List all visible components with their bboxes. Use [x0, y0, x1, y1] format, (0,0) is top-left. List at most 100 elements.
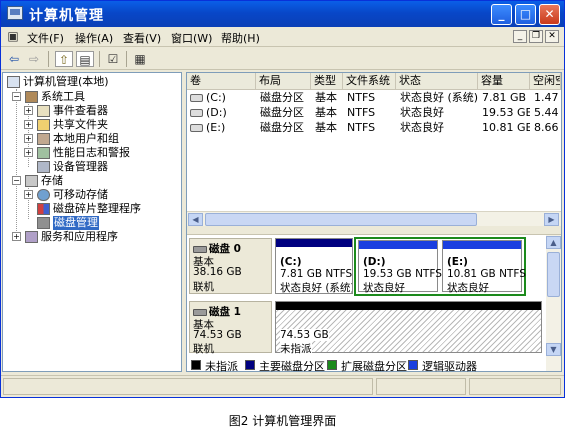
disk-info-1[interactable]: 磁盘 1 基本 74.53 GB 联机 — [189, 301, 272, 355]
volume-drive-icon — [190, 94, 203, 102]
collapse-icon[interactable]: − — [12, 176, 21, 185]
back-arrow-icon[interactable]: ⇦ — [5, 51, 23, 67]
tree-item-computer-management[interactable]: 计算机管理(本地) — [5, 75, 180, 89]
expand-icon[interactable]: + — [24, 120, 33, 129]
status-cell — [3, 378, 373, 395]
tree-label: 事件查看器 — [53, 104, 108, 117]
collapse-icon[interactable]: − — [12, 92, 21, 101]
table-cell-filesystem: NTFS — [347, 106, 376, 119]
computer-management-window: 计算机管理 _ □ ✕ ▣ 文件(F) 操作(A) 查看(V) 窗口(W) 帮助… — [0, 0, 565, 398]
child-restore-button[interactable]: ❐ — [529, 30, 543, 43]
disk-info-0[interactable]: 磁盘 0 基本 38.16 GB 联机 — [189, 238, 272, 294]
maximize-button[interactable]: □ — [515, 4, 536, 25]
scroll-down-icon[interactable]: ▼ — [546, 343, 561, 356]
pane-splitter[interactable] — [187, 226, 561, 235]
tree-item-device-manager[interactable]: 设备管理器 — [23, 160, 181, 174]
legend-swatch-unallocated — [191, 360, 201, 370]
computer-icon — [7, 76, 20, 88]
unallocated-space[interactable]: 74.53 GB 未指派 — [275, 301, 542, 356]
table-cell-free-space: 8.66 G — [534, 121, 561, 134]
tree-label: 磁盘管理 — [53, 216, 99, 230]
menu-help[interactable]: 帮助(H) — [221, 30, 260, 46]
table-cell-type: 基本 — [315, 121, 337, 134]
show-hide-tree-icon[interactable]: ▤ — [76, 51, 94, 67]
table-cell-status: 状态良好 (系统) — [400, 91, 478, 104]
scroll-left-icon[interactable]: ◀ — [188, 213, 203, 226]
tree-item-services-apps[interactable]: + 服务和应用程序 — [11, 230, 181, 244]
column-header-layout[interactable]: 布局 — [256, 73, 311, 90]
partition-c[interactable]: (C:) 7.81 GB NTFS 状态良好 (系统) — [275, 238, 353, 294]
up-folder-icon[interactable]: ⇧ — [55, 51, 73, 67]
forward-arrow-icon[interactable]: ⇨ — [25, 51, 43, 67]
tree-item-removable-storage[interactable]: + 可移动存储 — [23, 188, 181, 202]
column-header-free-space[interactable]: 空闲空 — [530, 73, 561, 90]
tree-item-system-tools[interactable]: − 系统工具 — [11, 90, 181, 104]
expand-icon[interactable]: + — [24, 106, 33, 115]
table-cell-volume[interactable]: (D:) — [206, 106, 254, 120]
partition-d[interactable]: (D:) 19.53 GB NTFS 状态良好 — [358, 240, 442, 294]
menu-window[interactable]: 窗口(W) — [171, 30, 212, 46]
tree-line — [16, 89, 17, 241]
child-minimize-button[interactable]: _ — [513, 30, 527, 43]
menu-view[interactable]: 查看(V) — [123, 30, 161, 46]
tree-label: 共享文件夹 — [53, 118, 108, 131]
column-header-status[interactable]: 状态 — [396, 73, 478, 90]
help-icon[interactable]: ▦ — [131, 51, 149, 67]
column-header-filesystem[interactable]: 文件系统 — [343, 73, 396, 90]
tree-item-event-viewer[interactable]: + 事件查看器 — [23, 104, 181, 118]
menu-action[interactable]: 操作(A) — [75, 30, 113, 46]
horizontal-scroll-thumb[interactable] — [205, 213, 477, 226]
toolbar-separator — [48, 51, 49, 67]
figure-caption: 图2 计算机管理界面 — [228, 414, 337, 428]
defrag-icon — [37, 203, 50, 215]
legend-swatch-extended — [327, 360, 337, 370]
minimize-button[interactable]: _ — [491, 4, 512, 25]
properties-icon[interactable]: ☑ — [104, 51, 122, 67]
tree-label: 计算机管理(本地) — [23, 75, 109, 88]
expand-icon[interactable]: + — [12, 232, 21, 241]
tree-item-disk-management[interactable]: 磁盘管理 — [23, 216, 181, 230]
tree-item-shared-folders[interactable]: + 共享文件夹 — [23, 118, 181, 132]
vertical-scrollbar[interactable]: ▲ ▼ — [546, 235, 561, 371]
tree-label: 性能日志和警报 — [53, 146, 130, 159]
tree-label: 存储 — [41, 174, 63, 187]
column-header-volume[interactable]: 卷 — [187, 73, 256, 90]
title-bar[interactable]: 计算机管理 _ □ ✕ — [1, 1, 564, 27]
tree-item-storage[interactable]: − 存储 — [11, 174, 181, 188]
expand-icon[interactable]: + — [24, 190, 33, 199]
users-icon — [37, 133, 50, 145]
tree-label: 系统工具 — [41, 90, 85, 103]
horizontal-scrollbar[interactable]: ◀ ▶ — [187, 211, 561, 226]
column-header-capacity[interactable]: 容量 — [478, 73, 530, 90]
scroll-right-icon[interactable]: ▶ — [544, 213, 559, 226]
table-cell-capacity: 7.81 GB — [482, 91, 527, 104]
child-close-button[interactable]: ✕ — [545, 30, 559, 43]
scroll-up-icon[interactable]: ▲ — [546, 236, 561, 249]
expand-icon[interactable]: + — [24, 148, 33, 157]
table-cell-volume[interactable]: (E:) — [206, 121, 254, 135]
table-cell-status: 状态良好 — [400, 106, 444, 119]
removable-storage-icon — [37, 189, 50, 201]
mmc-console-icon[interactable]: ▣ — [4, 28, 22, 44]
tree-label: 本地用户和组 — [53, 132, 119, 145]
partition-label: (D:) — [363, 256, 386, 268]
hard-disk-icon — [193, 245, 207, 253]
event-viewer-icon — [37, 105, 50, 117]
tree-item-defrag[interactable]: 磁盘碎片整理程序 — [23, 202, 181, 216]
tree-item-perf-logs[interactable]: + 性能日志和警报 — [23, 146, 181, 160]
shared-folder-icon — [37, 119, 50, 131]
volume-drive-icon — [190, 124, 203, 132]
tree-item-local-users[interactable]: + 本地用户和组 — [23, 132, 181, 146]
storage-icon — [25, 175, 38, 187]
close-button[interactable]: ✕ — [539, 4, 560, 25]
partition-e[interactable]: (E:) 10.81 GB NTFS 状态良好 — [442, 240, 526, 294]
partition-status: 状态良好 (系统) — [280, 282, 352, 294]
menu-file[interactable]: 文件(F) — [27, 30, 64, 46]
tree-label: 磁盘碎片整理程序 — [53, 202, 141, 215]
column-header-type[interactable]: 类型 — [311, 73, 343, 90]
table-cell-capacity: 10.81 GB — [482, 121, 530, 134]
vertical-scroll-thumb[interactable] — [547, 252, 560, 297]
table-cell-volume[interactable]: (C:) — [206, 91, 254, 105]
device-manager-icon — [37, 161, 50, 173]
expand-icon[interactable]: + — [24, 134, 33, 143]
